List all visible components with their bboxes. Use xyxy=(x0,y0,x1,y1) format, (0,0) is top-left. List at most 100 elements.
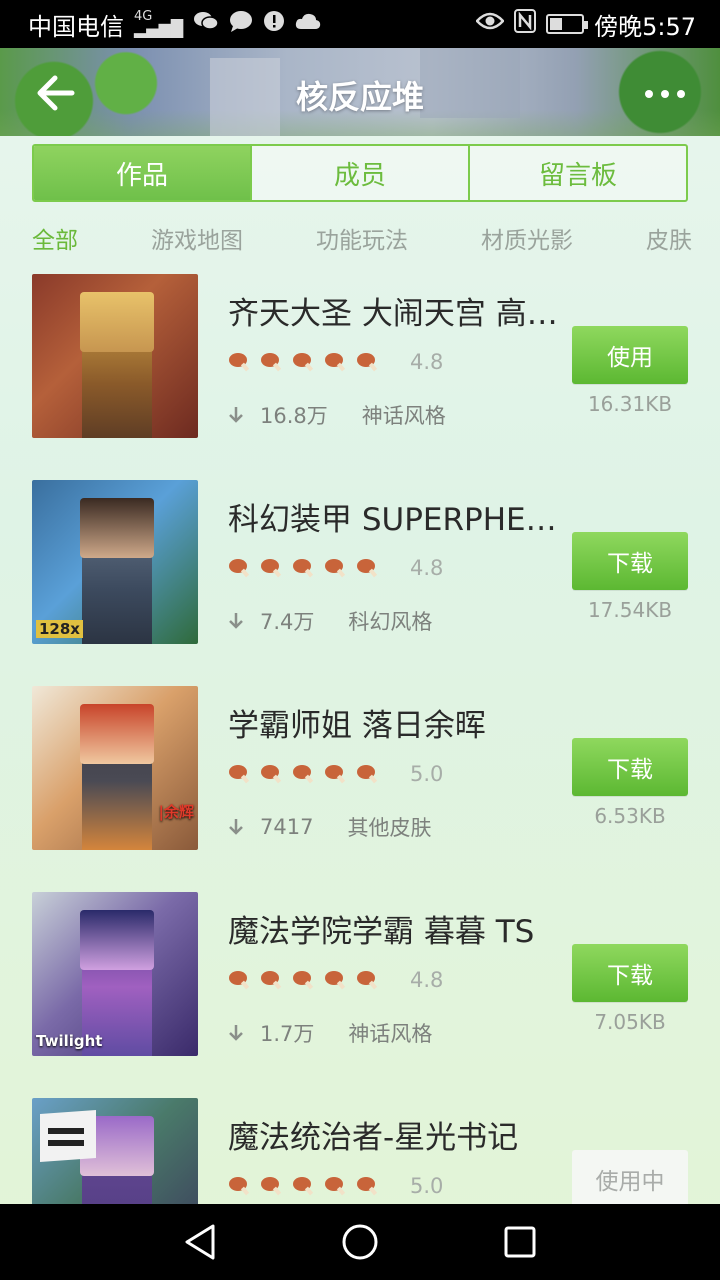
top-app-bar: 核反应堆 xyxy=(0,48,720,136)
clock: 傍晚5:57 xyxy=(594,12,696,41)
drumstick-icon xyxy=(325,353,346,372)
category-skins[interactable]: 皮肤 xyxy=(646,221,692,255)
list-item[interactable]: 齐天大圣 大闹天宫 高… 4.8 16.8万 神话风格 使用 16.31KB xyxy=(0,274,720,440)
system-nav-bar xyxy=(0,1204,720,1280)
drumstick-icon xyxy=(357,1177,378,1196)
item-meta: 7417 其他皮肤 xyxy=(228,812,431,842)
rating-value: 4.8 xyxy=(410,968,444,992)
drumstick-icon xyxy=(357,765,378,784)
item-title: 科幻装甲 SUPERPHE… xyxy=(228,502,557,538)
drumstick-icon xyxy=(325,559,346,578)
drumstick-icon xyxy=(293,971,314,990)
nav-back-button[interactable] xyxy=(175,1217,225,1267)
list-item[interactable]: 魔法统治者-星光书记 5.0 使用中 xyxy=(0,1098,720,1204)
rating-value: 5.0 xyxy=(410,1174,444,1198)
status-bar: 中国电信 4G ▂▄▆█ 傍晚5:57 xyxy=(0,0,720,48)
style-tag: 神话风格 xyxy=(348,1022,433,1046)
category-game-maps[interactable]: 游戏地图 xyxy=(151,221,243,255)
category-gameplay[interactable]: 功能玩法 xyxy=(316,221,408,255)
drumstick-icon xyxy=(229,1177,250,1196)
download-count: 1.7万 xyxy=(260,1022,315,1046)
in-use-button[interactable]: 使用中 xyxy=(572,1150,688,1204)
style-tag: 其他皮肤 xyxy=(347,816,432,840)
style-tag: 神话风格 xyxy=(361,404,446,428)
nfc-icon xyxy=(514,9,537,39)
home-circle-icon xyxy=(342,1224,378,1260)
item-title: 学霸师姐 落日余晖 xyxy=(228,708,486,744)
drumstick-icon xyxy=(357,971,378,990)
download-arrow-icon xyxy=(229,819,243,835)
category-all[interactable]: 全部 xyxy=(32,221,78,255)
flag-icon xyxy=(40,1110,96,1162)
rating-stars: 4.8 xyxy=(228,350,443,374)
drumstick-icon xyxy=(261,1177,282,1196)
style-tag: 科幻风格 xyxy=(348,610,433,634)
list-item[interactable]: |余辉 学霸师姐 落日余晖 5.0 7417 其他皮肤 下载 6.53KB xyxy=(0,686,720,852)
drumstick-icon xyxy=(293,353,314,372)
item-thumbnail[interactable]: Twilight xyxy=(32,892,198,1056)
download-count: 7417 xyxy=(260,815,314,839)
download-arrow-icon xyxy=(229,613,243,629)
recents-square-icon xyxy=(504,1226,536,1258)
list-item[interactable]: 128x 科幻装甲 SUPERPHE… 4.8 7.4万 科幻风格 下载 17.… xyxy=(0,480,720,646)
rating-value: 4.8 xyxy=(410,350,444,374)
battery-icon xyxy=(546,14,589,34)
drumstick-icon xyxy=(229,765,250,784)
carrier-label: 中国电信 xyxy=(28,12,124,41)
nav-recents-button[interactable] xyxy=(495,1217,545,1267)
category-filter: 全部 游戏地图 功能玩法 材质光影 皮肤 xyxy=(32,220,692,256)
file-size: 17.54KB xyxy=(587,598,673,622)
works-list: 齐天大圣 大闹天宫 高… 4.8 16.8万 神话风格 使用 16.31KB 1… xyxy=(0,274,720,1204)
item-thumbnail[interactable]: |余辉 xyxy=(32,686,198,850)
item-meta: 16.8万 神话风格 xyxy=(228,400,446,430)
tab-works[interactable]: 作品 xyxy=(34,146,252,200)
drumstick-icon xyxy=(261,559,282,578)
item-meta: 1.7万 神话风格 xyxy=(228,1018,432,1048)
drumstick-icon xyxy=(229,353,250,372)
back-triangle-icon xyxy=(185,1224,215,1260)
rating-stars: 5.0 xyxy=(228,1174,443,1198)
thumbnail-badge: 128x xyxy=(36,620,83,638)
drumstick-icon xyxy=(293,1177,314,1196)
file-size: 7.05KB xyxy=(594,1010,666,1034)
rating-stars: 5.0 xyxy=(228,762,443,786)
nav-home-button[interactable] xyxy=(335,1217,385,1267)
download-count: 16.8万 xyxy=(260,404,328,428)
item-thumbnail[interactable] xyxy=(32,274,198,438)
thumbnail-badge: Twilight xyxy=(36,1032,103,1050)
more-options-button[interactable] xyxy=(640,74,690,114)
download-count: 7.4万 xyxy=(260,610,315,634)
tab-members[interactable]: 成员 xyxy=(252,146,470,200)
drumstick-icon xyxy=(357,559,378,578)
drumstick-icon xyxy=(357,353,378,372)
drumstick-icon xyxy=(325,971,346,990)
download-button[interactable]: 下载 xyxy=(572,944,688,1002)
drumstick-icon xyxy=(229,971,250,990)
download-button[interactable]: 下载 xyxy=(572,532,688,590)
drumstick-icon xyxy=(261,971,282,990)
use-button[interactable]: 使用 xyxy=(572,326,688,384)
item-meta: 7.4万 科幻风格 xyxy=(228,606,432,636)
item-thumbnail[interactable] xyxy=(32,1098,198,1204)
rating-stars: 4.8 xyxy=(228,556,443,580)
item-title: 魔法学院学霸 暮暮 TS xyxy=(228,914,535,950)
file-size: 6.53KB xyxy=(594,804,666,828)
drumstick-icon xyxy=(261,353,282,372)
wechat-icon xyxy=(193,10,219,38)
download-arrow-icon xyxy=(229,407,243,423)
item-title: 魔法统治者-星光书记 xyxy=(228,1120,519,1156)
tab-message-board[interactable]: 留言板 xyxy=(470,146,686,200)
list-item[interactable]: Twilight 魔法学院学霸 暮暮 TS 4.8 1.7万 神话风格 下载 7… xyxy=(0,892,720,1058)
drumstick-icon xyxy=(325,1177,346,1196)
drumstick-icon xyxy=(325,765,346,784)
eye-icon xyxy=(475,11,505,37)
rating-value: 4.8 xyxy=(410,556,444,580)
alert-icon xyxy=(263,10,285,38)
signal-icon: 4G ▂▄▆█ xyxy=(134,9,184,38)
download-button[interactable]: 下载 xyxy=(572,738,688,796)
page-title: 核反应堆 xyxy=(295,78,424,116)
rating-value: 5.0 xyxy=(410,762,444,786)
category-textures[interactable]: 材质光影 xyxy=(481,221,573,255)
item-thumbnail[interactable]: 128x xyxy=(32,480,198,644)
more-dots-icon xyxy=(645,90,653,98)
